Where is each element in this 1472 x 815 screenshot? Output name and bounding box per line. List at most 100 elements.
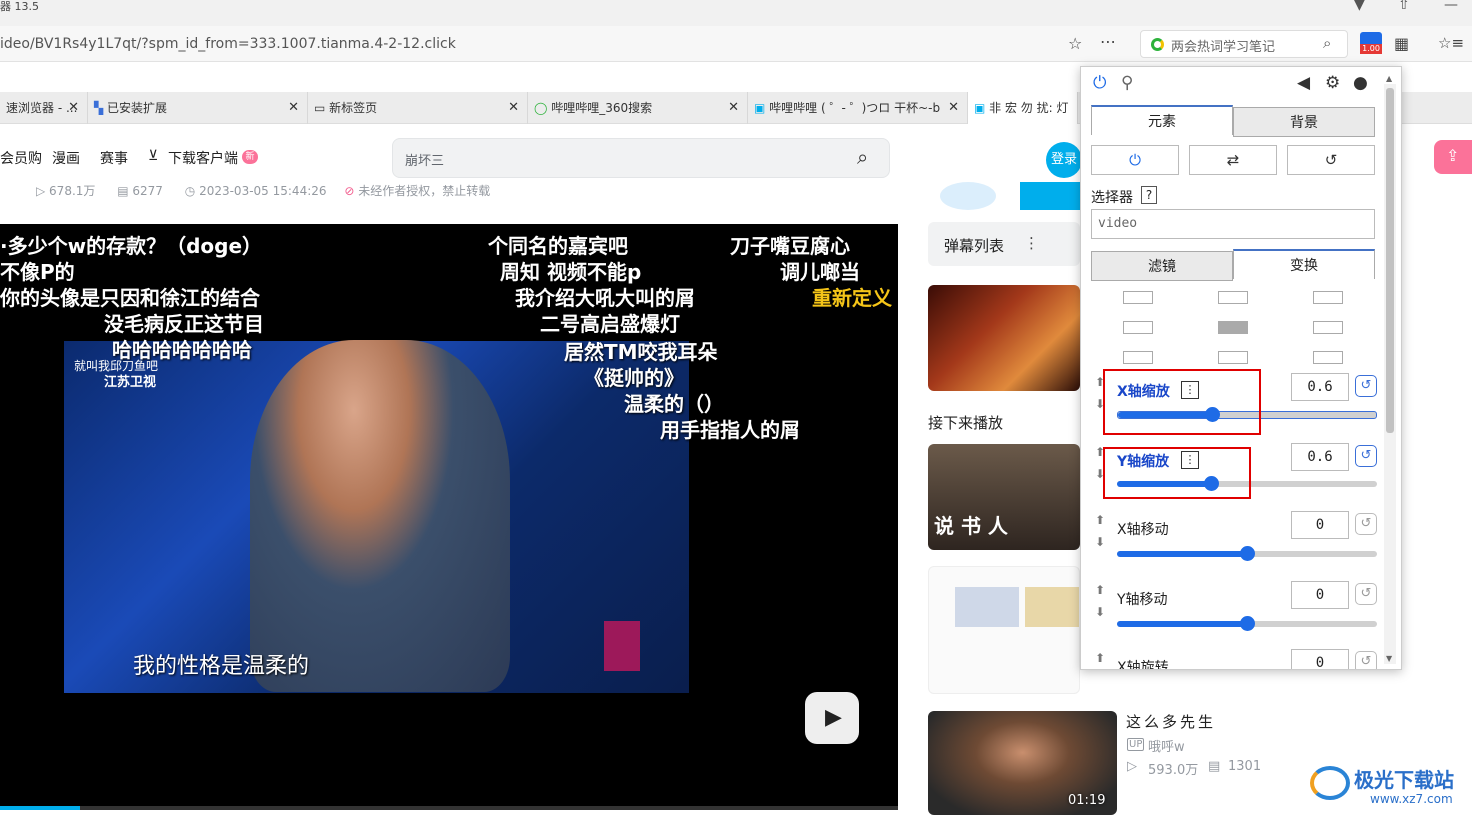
slider-reset-icon[interactable]: ↺ bbox=[1355, 583, 1377, 605]
slider-value[interactable]: 0 bbox=[1291, 649, 1349, 669]
slider-x-move: ⬆ ⬇ X轴移动 0 ↺ bbox=[1091, 511, 1381, 579]
slider-reset-icon[interactable]: ↺ bbox=[1355, 513, 1377, 535]
video-thumbnail[interactable]: 01:19 bbox=[928, 711, 1117, 815]
ad-thumbnail[interactable] bbox=[928, 285, 1080, 391]
video-player[interactable]: 就叫我邱刀鱼吧 江苏卫视 ·多少个w的存款？（doge） 个同名的嘉宾吧 刀子嘴… bbox=[0, 224, 898, 810]
browser-search-box[interactable]: 两会热词学习笔记 ⌕ bbox=[1140, 30, 1348, 58]
nav-item[interactable]: 赛事 bbox=[100, 148, 128, 168]
danmaku-text: 用手指指人的屑 bbox=[660, 418, 800, 442]
upload-icon: ⇪ bbox=[1446, 146, 1460, 165]
panel-scrollbar[interactable]: ▲ ▼ bbox=[1384, 74, 1396, 664]
down-arrow-icon[interactable]: ⬇ bbox=[1095, 605, 1105, 619]
slider-track[interactable] bbox=[1117, 546, 1377, 561]
slider-thumb[interactable] bbox=[1240, 546, 1255, 561]
tab-browser[interactable]: 速浏览器 - ... ✕ bbox=[0, 92, 88, 124]
tab-newtab[interactable]: ▭ 新标签页 ✕ bbox=[308, 92, 528, 124]
tab-transform[interactable]: 变换 bbox=[1233, 249, 1375, 279]
slider-reset-icon[interactable]: ↺ bbox=[1355, 445, 1377, 467]
swap-button[interactable]: ⇄ bbox=[1189, 145, 1277, 175]
close-icon[interactable]: ✕ bbox=[948, 92, 959, 124]
slider-label: X轴旋转 bbox=[1117, 660, 1169, 670]
selector-help-icon[interactable]: ? bbox=[1141, 186, 1157, 204]
danmaku-text: 周知 视频不能p bbox=[500, 260, 642, 284]
share-icon[interactable]: ⇧ bbox=[1398, 0, 1410, 12]
toggle-power-button[interactable]: ⏻ bbox=[1091, 145, 1179, 175]
decor-image bbox=[940, 182, 996, 210]
slider-value[interactable]: 0 bbox=[1291, 581, 1349, 609]
slider-value[interactable]: 0.6 bbox=[1291, 443, 1349, 471]
origin-cell[interactable] bbox=[1123, 291, 1153, 304]
video-thumbnail[interactable]: 说 书 人 bbox=[928, 444, 1080, 550]
slider-reset-icon[interactable]: ↺ bbox=[1355, 375, 1377, 397]
next-up-label: 接下来播放 bbox=[928, 414, 1004, 432]
tab-element[interactable]: 元素 bbox=[1091, 105, 1233, 135]
scroll-up-icon[interactable]: ▲ bbox=[1386, 74, 1392, 83]
origin-cell[interactable] bbox=[1313, 351, 1343, 364]
tab-extensions[interactable]: ▚ 已安装扩展 ✕ bbox=[88, 92, 308, 124]
tab-bilibili[interactable]: ▣ 哔哩哔哩 ( ゜- ゜)つロ 干杯~-b ✕ bbox=[748, 92, 968, 124]
gear-icon[interactable]: ⚙ bbox=[1325, 73, 1340, 93]
login-button[interactable]: 登录 bbox=[1046, 142, 1082, 178]
video-thumbnail[interactable] bbox=[928, 566, 1080, 694]
url-field[interactable]: ideo/BV1Rs4y1L7qt/?spm_id_from=333.1007.… bbox=[0, 36, 456, 52]
minimize-icon[interactable]: — bbox=[1444, 0, 1458, 12]
danmaku-text: 重新定义 bbox=[812, 286, 892, 310]
danmaku-text: 调儿啷当 bbox=[780, 260, 860, 284]
favorites-icon[interactable]: ☆≡ bbox=[1438, 34, 1464, 52]
origin-cell[interactable] bbox=[1218, 291, 1248, 304]
dropdown-icon[interactable]: ▼ bbox=[1354, 0, 1365, 12]
slider-reset-icon[interactable]: ↺ bbox=[1355, 651, 1377, 669]
search-icon[interactable]: ⌕ bbox=[857, 145, 868, 169]
slider-value[interactable]: 0.6 bbox=[1291, 373, 1349, 401]
apps-icon[interactable]: ▦ bbox=[1394, 34, 1409, 53]
danmaku-text: 个同名的嘉宾吧 bbox=[488, 234, 628, 258]
slider-track[interactable] bbox=[1117, 616, 1377, 631]
github-icon[interactable]: ● bbox=[1353, 73, 1368, 93]
power-icon[interactable]: ⏻ bbox=[1093, 73, 1106, 93]
site-search-input[interactable]: 崩坏三 ⌕ bbox=[392, 138, 890, 178]
search-icon[interactable]: ⌕ bbox=[1323, 34, 1331, 52]
reset-button[interactable]: ↺ bbox=[1287, 145, 1375, 175]
rec-uploader[interactable]: 哦呼w bbox=[1148, 736, 1185, 755]
origin-cell[interactable] bbox=[1313, 291, 1343, 304]
character-image bbox=[955, 587, 1019, 627]
up-arrow-icon[interactable]: ⬆ bbox=[1095, 513, 1105, 527]
origin-cell[interactable] bbox=[1123, 351, 1153, 364]
tab-360search[interactable]: ◯ 哔哩哔哩_360搜索 ✕ bbox=[528, 92, 748, 124]
selector-input[interactable]: video bbox=[1091, 209, 1375, 239]
star-icon[interactable]: ☆ bbox=[1068, 34, 1082, 53]
publish-date: 2023-03-05 15:44:26 bbox=[199, 184, 327, 198]
slider-value[interactable]: 0 bbox=[1291, 511, 1349, 539]
origin-cell[interactable] bbox=[1123, 321, 1153, 334]
origin-cell[interactable] bbox=[1313, 321, 1343, 334]
nav-item-download[interactable]: 下载客户端 bbox=[168, 148, 238, 168]
danmaku-list-bar[interactable]: 弹幕列表 ⋮ bbox=[928, 222, 1080, 266]
close-icon[interactable]: ✕ bbox=[288, 92, 299, 124]
down-arrow-icon[interactable]: ⬇ bbox=[1095, 535, 1105, 549]
extension-icon[interactable]: 1.00 bbox=[1360, 32, 1382, 54]
origin-cell-selected[interactable] bbox=[1218, 321, 1248, 334]
tab-background[interactable]: 背景 bbox=[1233, 107, 1375, 137]
nav-item[interactable]: 会员购 bbox=[0, 148, 42, 168]
watermark-url: www.xz7.com bbox=[1370, 792, 1453, 806]
kebab-menu-icon[interactable]: ⋮ bbox=[1024, 234, 1039, 252]
slider-thumb[interactable] bbox=[1240, 616, 1255, 631]
up-arrow-icon[interactable]: ⬆ bbox=[1095, 651, 1105, 665]
video-progress[interactable] bbox=[0, 806, 898, 810]
more-icon[interactable]: ⋯ bbox=[1100, 32, 1116, 51]
origin-cell[interactable] bbox=[1218, 351, 1248, 364]
rec-video-title[interactable]: 这么多先生 bbox=[1126, 711, 1216, 732]
pin-icon[interactable]: ⚲ bbox=[1121, 73, 1133, 93]
back-arrow-icon[interactable]: ◀ bbox=[1297, 73, 1310, 93]
scroll-down-icon[interactable]: ▼ bbox=[1386, 654, 1392, 663]
tab-filter[interactable]: 滤镜 bbox=[1091, 251, 1233, 281]
nav-item[interactable]: 漫画 bbox=[52, 148, 80, 168]
up-arrow-icon[interactable]: ⬆ bbox=[1095, 583, 1105, 597]
close-icon[interactable]: ✕ bbox=[68, 92, 79, 124]
upload-button[interactable]: ⇪ bbox=[1434, 140, 1472, 174]
close-icon[interactable]: ✕ bbox=[728, 92, 739, 124]
close-icon[interactable]: ✕ bbox=[508, 92, 519, 124]
follow-button[interactable] bbox=[1020, 182, 1082, 210]
tab-current[interactable]: ▣ 非 宏 勿 扰: 灯 bbox=[968, 92, 1078, 124]
bilibili-play-icon[interactable]: ▶ bbox=[805, 692, 859, 744]
